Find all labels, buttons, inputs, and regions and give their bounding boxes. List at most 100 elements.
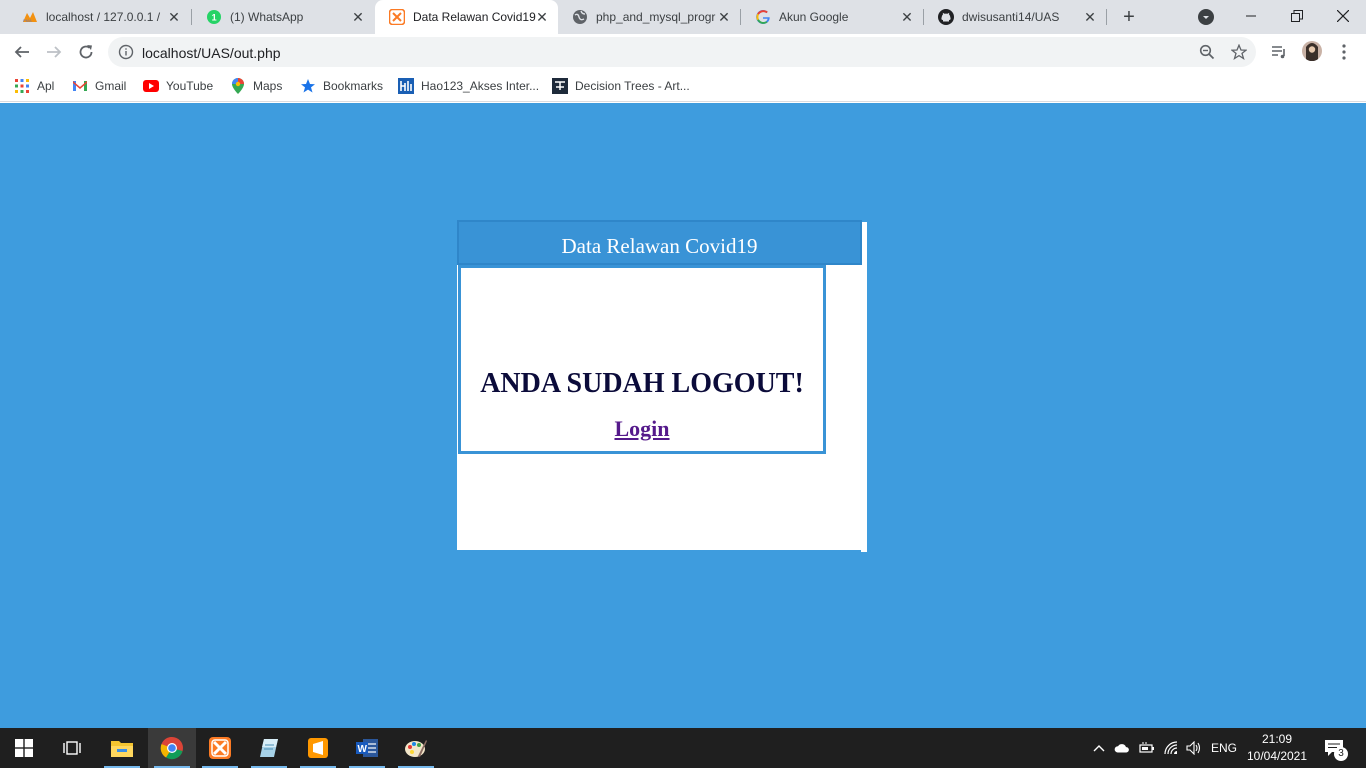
onedrive-icon[interactable] <box>1114 740 1130 756</box>
clock-date[interactable]: 10/04/2021 <box>1246 749 1308 763</box>
chrome-icon <box>160 736 183 760</box>
bookmark-youtube[interactable]: YouTube <box>143 76 213 96</box>
bookmark-label: Gmail <box>95 79 127 93</box>
phpmyadmin-icon: PMA <box>22 9 38 25</box>
close-icon[interactable]: ✕ <box>899 9 915 25</box>
start-icon <box>15 739 33 757</box>
kebab-menu-icon[interactable] <box>1336 43 1352 61</box>
windows-taskbar: W ENG 21:09 10/04/2021 <box>0 728 1366 768</box>
language-indicator[interactable]: ENG <box>1210 741 1238 755</box>
notification-count-badge: 3 <box>1334 747 1348 761</box>
forward-button[interactable] <box>42 40 66 64</box>
youtube-icon <box>143 78 159 94</box>
tab-data-relawan[interactable]: Data Relawan Covid19 ✕ <box>375 0 558 34</box>
notepad-icon <box>260 739 278 757</box>
xampp-icon <box>389 9 405 25</box>
bookmark-maps[interactable]: Maps <box>230 76 282 96</box>
globe-icon <box>572 9 588 25</box>
google-icon <box>755 9 771 25</box>
bookmark-hao123[interactable]: Hao123_Akses Inter... <box>398 76 539 96</box>
new-tab-button[interactable]: + <box>1119 6 1139 28</box>
hao123-icon <box>398 78 414 94</box>
taskbar-notepad[interactable] <box>245 728 293 768</box>
task-view-button[interactable] <box>48 728 96 768</box>
info-icon[interactable] <box>118 44 134 60</box>
bookmark-label: Bookmarks <box>323 79 384 93</box>
svg-text:PMA: PMA <box>23 18 32 23</box>
bookmark-apl[interactable]: Apl <box>14 76 54 96</box>
tab-phpmyadmin[interactable]: PMA localhost / 127.0.0.1 / ✕ <box>8 0 190 34</box>
close-icon[interactable]: ✕ <box>166 9 182 25</box>
taskbar-xampp[interactable] <box>196 728 244 768</box>
file-explorer-icon <box>111 741 133 757</box>
close-icon[interactable]: ✕ <box>350 9 366 25</box>
back-button[interactable] <box>10 40 34 64</box>
close-icon <box>1337 10 1349 22</box>
decision-trees-icon <box>552 78 568 94</box>
taskbar-chrome[interactable] <box>148 728 196 768</box>
gmail-icon <box>72 78 88 94</box>
media-control-icon[interactable] <box>1270 43 1288 61</box>
bookmark-label: Hao123_Akses Inter... <box>421 79 540 93</box>
bookmark-label: Decision Trees - Art... <box>575 79 690 93</box>
card-header: Data Relawan Covid19 <box>457 220 862 265</box>
bookmark-bookmarks[interactable]: Bookmarks <box>300 76 383 96</box>
bookmark-label: Maps <box>253 79 283 93</box>
arrow-right-icon <box>47 46 62 58</box>
chevron-down-icon <box>1203 16 1209 19</box>
clock-time[interactable]: 21:09 <box>1246 732 1308 746</box>
url-text: localhost/UAS/out.php <box>142 45 281 61</box>
bookmarks-bar: Apl Gmail YouTube Maps Bookmarks Hao123_… <box>0 70 1366 102</box>
bookmark-gmail[interactable]: Gmail <box>72 76 126 96</box>
close-icon[interactable]: ✕ <box>534 9 550 25</box>
start-button[interactable] <box>0 728 48 768</box>
logout-message: ANDA SUDAH LOGOUT! <box>480 368 804 399</box>
whatsapp-icon: 1 <box>206 9 222 25</box>
wifi-icon[interactable] <box>1164 740 1180 756</box>
bookmark-label: YouTube <box>166 79 214 93</box>
tab-akun-google[interactable]: Akun Google ✕ <box>741 0 923 34</box>
browser-toolbar: localhost/UAS/out.php <box>0 34 1366 70</box>
taskbar-sublime-text[interactable] <box>294 728 342 768</box>
tab-github[interactable]: dwisusanti14/UAS ✕ <box>924 0 1106 34</box>
avatar-icon <box>1306 43 1318 61</box>
page-title: Data Relawan Covid19 <box>561 234 758 258</box>
maps-icon <box>230 78 246 94</box>
chevron-up-icon[interactable] <box>1091 740 1107 756</box>
page-content: Data Relawan Covid19 ANDA SUDAH LOGOUT! … <box>0 103 1366 728</box>
reload-button[interactable] <box>74 40 98 64</box>
volume-icon[interactable] <box>1186 740 1202 756</box>
svg-text:W: W <box>358 744 368 755</box>
taskbar-paint[interactable] <box>392 728 440 768</box>
tab-php-mysql[interactable]: php_and_mysql_progr ✕ <box>558 0 740 34</box>
tab-search-button[interactable] <box>1198 9 1214 25</box>
zoom-icon[interactable] <box>1199 44 1215 60</box>
close-window-button[interactable] <box>1320 0 1366 32</box>
star-icon[interactable] <box>1231 44 1247 60</box>
taskbar-file-explorer[interactable] <box>98 728 146 768</box>
reload-icon <box>79 45 93 59</box>
logout-panel: ANDA SUDAH LOGOUT! Login <box>458 265 826 454</box>
apps-grid-icon <box>14 78 30 94</box>
svg-text:1: 1 <box>212 13 217 23</box>
restore-icon <box>1291 10 1303 22</box>
taskbar-word[interactable]: W <box>343 728 391 768</box>
bookmark-decision-trees[interactable]: Decision Trees - Art... <box>552 76 690 96</box>
xampp-icon <box>209 737 231 759</box>
profile-avatar[interactable] <box>1302 41 1322 61</box>
task-view-icon <box>63 741 81 755</box>
tab-separator <box>1106 9 1107 25</box>
close-icon[interactable]: ✕ <box>1082 9 1098 25</box>
login-link[interactable]: Login <box>461 416 823 442</box>
arrow-left-icon <box>14 46 29 58</box>
minimize-button[interactable] <box>1228 0 1274 32</box>
paint-icon <box>405 740 427 757</box>
restore-button[interactable] <box>1274 0 1320 32</box>
battery-icon[interactable] <box>1139 740 1155 756</box>
tab-whatsapp[interactable]: 1 (1) WhatsApp ✕ <box>192 0 374 34</box>
close-icon[interactable]: ✕ <box>716 9 732 25</box>
card-edge <box>861 222 867 552</box>
sublime-text-icon <box>308 738 328 758</box>
word-icon: W <box>356 739 378 757</box>
address-bar[interactable]: localhost/UAS/out.php <box>108 37 1256 67</box>
